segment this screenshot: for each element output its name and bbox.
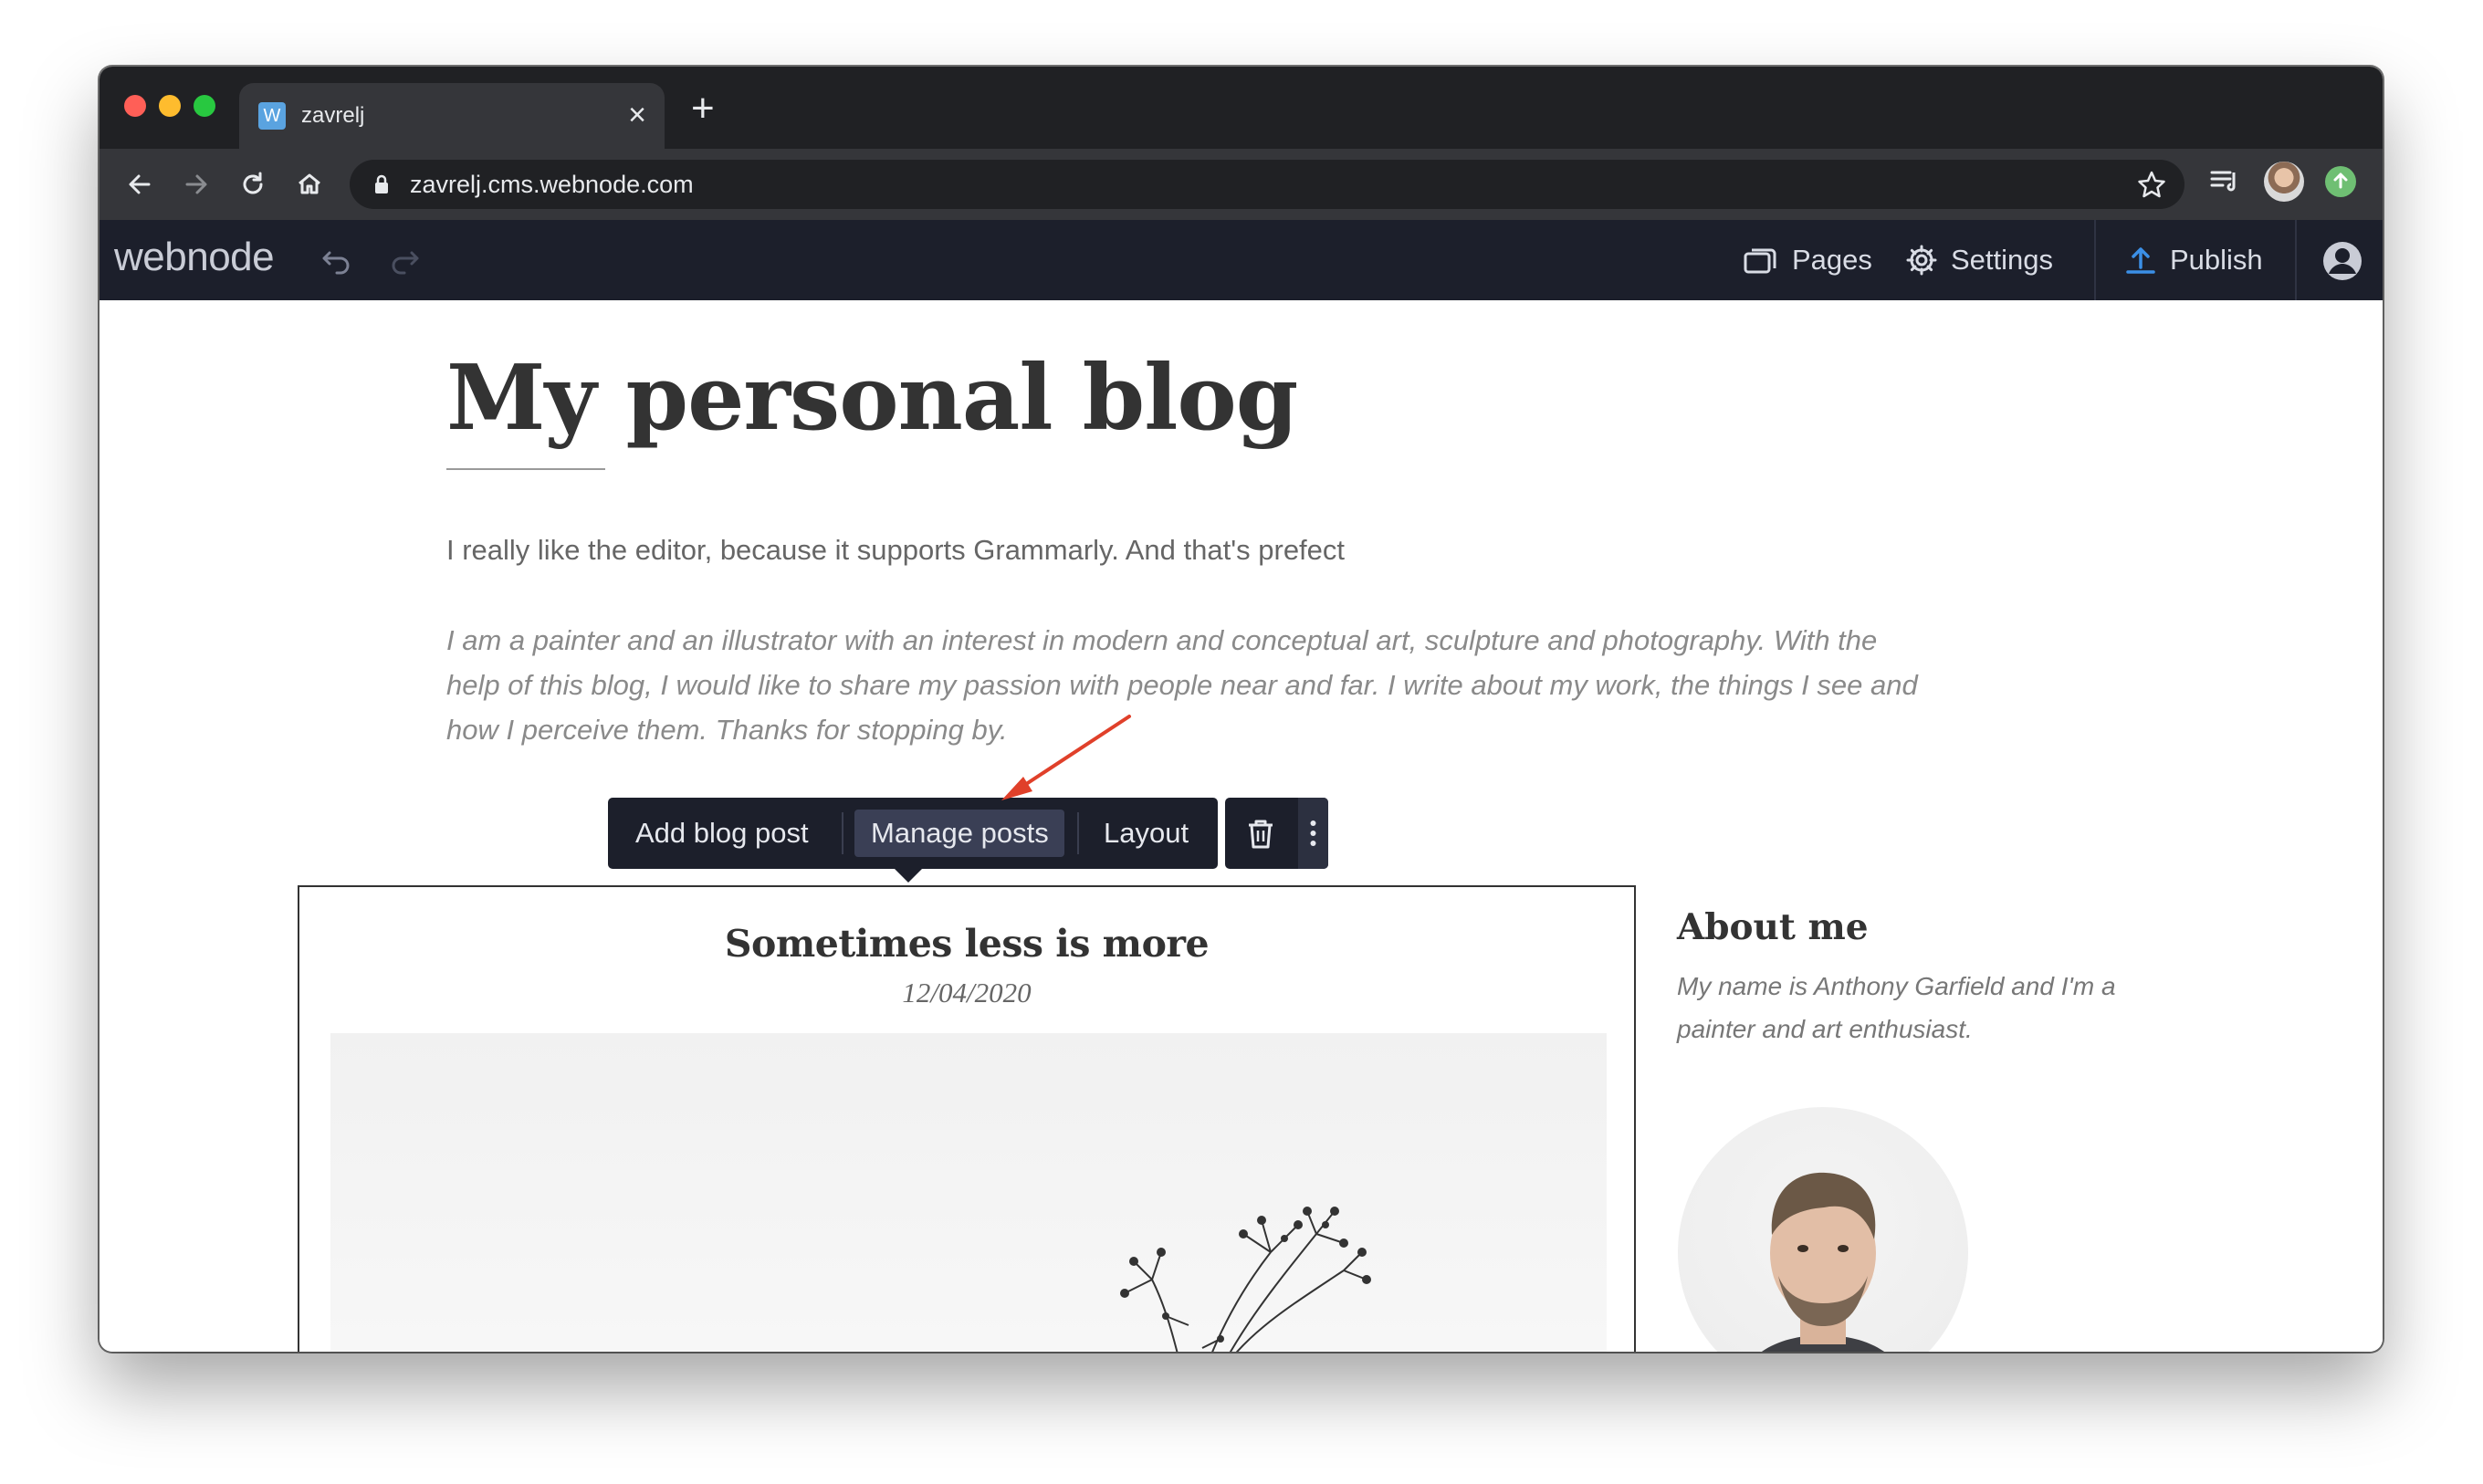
profile-avatar[interactable] xyxy=(2264,162,2304,202)
post-date: 12/04/2020 xyxy=(902,977,1032,1008)
appbar-divider xyxy=(2295,220,2297,300)
tab-close-icon[interactable]: × xyxy=(628,98,646,132)
settings-button[interactable]: Settings xyxy=(1905,220,2053,300)
publish-label: Publish xyxy=(2170,244,2263,276)
dried-plant-image xyxy=(1120,1207,1371,1352)
back-arrow-icon[interactable] xyxy=(123,168,156,201)
settings-label: Settings xyxy=(1951,244,2054,276)
pages-button[interactable]: Pages xyxy=(1743,220,1872,300)
more-options-button[interactable] xyxy=(1298,798,1328,869)
toolbar-pointer xyxy=(894,868,923,883)
webnode-editor-bar: webnode Pages Settings Publish xyxy=(100,220,2383,300)
account-icon[interactable] xyxy=(2321,240,2363,282)
browser-toolbar: zavrelj.cms.webnode.com xyxy=(100,149,2383,220)
toolbar-separator xyxy=(842,812,843,854)
close-window-button[interactable] xyxy=(124,95,146,117)
blog-post-card[interactable]: Sometimes less is more 12/04/2020 xyxy=(298,885,1636,1352)
webnode-logo[interactable]: webnode xyxy=(114,235,275,280)
tab-title: zavrelj xyxy=(301,103,365,128)
author-portrait[interactable] xyxy=(1678,1107,1968,1352)
new-tab-button[interactable]: + xyxy=(691,89,715,129)
webnode-favicon-icon: W xyxy=(258,102,286,130)
media-queue-icon[interactable] xyxy=(2208,165,2241,198)
toolbar-separator xyxy=(1077,812,1079,854)
vertical-dots-icon xyxy=(1310,820,1316,846)
page-canvas: My personal blog I really like the edito… xyxy=(100,300,2383,1352)
title-underline xyxy=(446,468,605,470)
home-icon[interactable] xyxy=(293,168,326,201)
redo-icon[interactable] xyxy=(388,244,421,277)
appbar-divider xyxy=(2094,220,2096,300)
layout-button[interactable]: Layout xyxy=(1104,798,1189,869)
author-photo xyxy=(1762,1172,1884,1352)
minimize-window-button[interactable] xyxy=(159,95,181,117)
pages-label: Pages xyxy=(1792,244,1872,276)
update-available-icon[interactable] xyxy=(2325,166,2356,197)
page-title[interactable]: My personal blog xyxy=(446,346,1298,451)
maximize-window-button[interactable] xyxy=(194,95,215,117)
intro-text[interactable]: I really like the editor, because it sup… xyxy=(446,534,1345,567)
tab-strip: W zavrelj × + xyxy=(100,67,2383,149)
pages-icon xyxy=(1744,248,1776,274)
url-text: zavrelj.cms.webnode.com xyxy=(410,171,694,198)
about-title[interactable]: About me xyxy=(1677,906,1869,948)
add-blog-post-button[interactable]: Add blog post xyxy=(635,798,809,869)
browser-window: W zavrelj × + zavrelj.cms.webnode.com we… xyxy=(100,67,2383,1352)
undo-icon[interactable] xyxy=(320,244,353,277)
lock-icon xyxy=(375,174,388,193)
post-image[interactable] xyxy=(330,1033,1607,1352)
address-bar[interactable]: zavrelj.cms.webnode.com xyxy=(350,160,2184,209)
browser-tab[interactable]: W zavrelj × xyxy=(239,83,665,149)
reload-icon[interactable] xyxy=(236,168,269,201)
bio-paragraph[interactable]: I am a painter and an illustrator with a… xyxy=(446,618,1934,752)
upload-icon xyxy=(2126,247,2155,274)
gear-icon xyxy=(1906,245,1937,276)
manage-posts-button[interactable]: Manage posts xyxy=(871,798,1049,869)
blog-section-toolbar: Add blog post Manage posts Layout xyxy=(608,798,1218,869)
post-title[interactable]: Sometimes less is more xyxy=(299,922,1634,966)
forward-arrow-icon[interactable] xyxy=(180,168,213,201)
about-text[interactable]: My name is Anthony Garfield and I'm a pa… xyxy=(1677,965,2188,1050)
publish-button[interactable]: Publish xyxy=(2124,220,2263,300)
trash-icon[interactable] xyxy=(1245,818,1276,851)
bookmark-star-icon[interactable] xyxy=(2135,168,2168,201)
section-actions-toolbar xyxy=(1225,798,1328,869)
